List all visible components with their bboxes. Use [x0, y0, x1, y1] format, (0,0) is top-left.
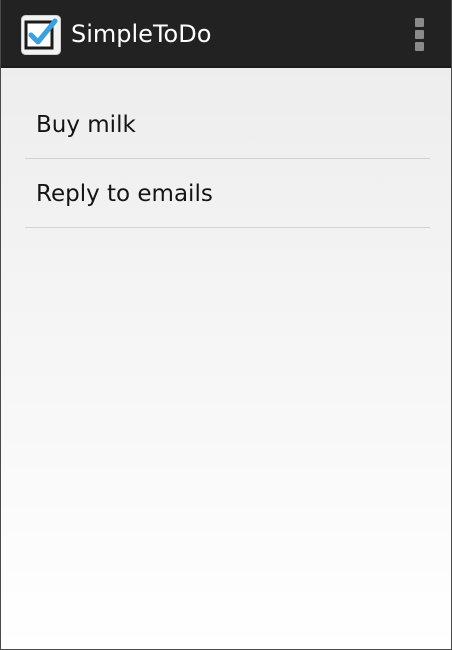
- todo-item-text: Reply to emails: [36, 181, 213, 207]
- checkbox-checked-icon: [21, 15, 61, 55]
- app-screen: SimpleToDo Buy milk Reply to emails: [0, 0, 452, 650]
- action-bar: SimpleToDo: [1, 0, 451, 68]
- todo-item-text: Buy milk: [36, 112, 136, 138]
- todo-item[interactable]: Reply to emails: [25, 159, 430, 228]
- todo-list: Buy milk Reply to emails: [25, 90, 430, 228]
- app-title: SimpleToDo: [71, 20, 212, 48]
- overflow-menu-button[interactable]: [401, 14, 437, 54]
- todo-item[interactable]: Buy milk: [25, 90, 430, 159]
